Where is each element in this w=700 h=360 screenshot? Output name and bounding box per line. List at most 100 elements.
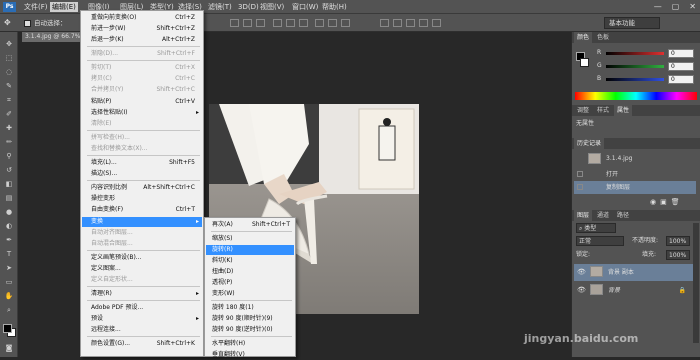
3d-mode-icon[interactable] — [393, 19, 402, 27]
history-snapshot[interactable]: 3.1.4.jpg — [574, 152, 696, 165]
tab-channels[interactable]: 通道 — [594, 210, 612, 221]
menu-item[interactable]: 3D(D) — [236, 2, 261, 12]
eraser-tool-icon[interactable]: ◧ — [4, 180, 14, 189]
brush-tool-icon[interactable]: ✏ — [4, 138, 14, 147]
edit-menu-item[interactable]: 自由变换(F) Ctrl+T — [82, 205, 202, 215]
pen-tool-icon[interactable]: ✒ — [4, 236, 14, 245]
edit-menu-item[interactable]: Adobe PDF 预设... — [82, 303, 202, 313]
menu-item[interactable]: 编辑(E) — [50, 2, 78, 12]
background-color-swatch[interactable] — [580, 58, 589, 67]
path-select-tool-icon[interactable]: ➤ — [4, 264, 14, 273]
color-spectrum-bar[interactable] — [575, 92, 697, 100]
edit-menu-item[interactable]: 远程连接... — [82, 325, 202, 335]
layer-kind-filter[interactable]: ⌕ 类型 — [576, 223, 616, 233]
tab-layers[interactable]: 图层 — [574, 210, 593, 221]
transform-menu-item[interactable]: 旋转(R) — [206, 245, 294, 255]
transform-menu-item[interactable]: 旋转 90 度(顺时针)(9) — [206, 314, 294, 324]
align-icon[interactable] — [230, 19, 239, 27]
transform-menu-item[interactable]: 水平翻转(H) — [206, 339, 294, 349]
menu-item[interactable]: 滤镜(T) — [206, 2, 234, 12]
history-brush-tool-icon[interactable]: ↺ — [4, 166, 14, 175]
opacity-input[interactable]: 100% — [666, 236, 690, 246]
minimize-button[interactable]: — — [654, 2, 662, 11]
distribute-icon[interactable] — [315, 19, 324, 27]
marquee-tool-icon[interactable]: ⬚ — [4, 54, 14, 63]
edit-menu-item[interactable]: 定义画笔预设(B)... — [82, 253, 202, 263]
document-tab[interactable]: 3.1.4.jpg @ 66.7% (背景 副本, RGB/8) — [22, 32, 80, 42]
edit-menu-item[interactable]: 操控变形 — [82, 194, 202, 204]
edit-menu-item[interactable]: 定义图案... — [82, 264, 202, 274]
edit-menu-item[interactable]: 清除(E) — [82, 119, 202, 129]
transform-menu-item[interactable]: 旋转 90 度(逆时针)(0) — [206, 325, 294, 335]
gradient-tool-icon[interactable]: ▤ — [4, 194, 14, 203]
channel-value-input[interactable]: 0 — [668, 49, 694, 58]
menu-item[interactable]: 帮助(H) — [320, 2, 349, 12]
edit-menu-item[interactable]: 合并拷贝(Y) Shift+Ctrl+C — [82, 85, 202, 95]
channel-slider[interactable] — [606, 52, 664, 55]
edit-menu-item[interactable]: 拷贝(C) Ctrl+C — [82, 74, 202, 84]
distribute-icon[interactable] — [299, 19, 308, 27]
edit-menu-item[interactable]: 定义自定形状... — [82, 275, 202, 285]
align-icon[interactable] — [243, 19, 252, 27]
shape-tool-icon[interactable]: ▭ — [4, 278, 14, 287]
distribute-icon[interactable] — [341, 19, 350, 27]
edit-menu-item[interactable]: 变换 ▸ — [82, 217, 202, 227]
tab-adjustments[interactable]: 调整 — [574, 105, 592, 116]
edit-menu-item[interactable]: 剪切(T) Ctrl+X — [82, 63, 202, 73]
fill-input[interactable]: 100% — [666, 250, 690, 260]
layer-row-selected[interactable]: 👁 背景 副本 — [574, 264, 696, 281]
edit-menu-item[interactable]: 重做向前变换(O) Ctrl+Z — [82, 13, 202, 23]
tab-properties[interactable]: 属性 — [614, 105, 633, 116]
layer-row[interactable]: 👁 背景 🔒 — [574, 282, 696, 299]
move-tool-icon[interactable]: ✥ — [4, 40, 14, 49]
edit-menu-item[interactable]: 自动对齐图层... — [82, 228, 202, 238]
channel-value-input[interactable]: 0 — [668, 75, 694, 84]
clone-stamp-tool-icon[interactable]: ⚲ — [4, 152, 14, 161]
history-step-selected[interactable]: 复制图层 — [574, 181, 696, 194]
distribute-icon[interactable] — [273, 19, 282, 27]
3d-mode-icon[interactable] — [380, 19, 389, 27]
3d-mode-icon[interactable] — [406, 19, 415, 27]
transform-menu-item[interactable]: 斜切(K) — [206, 256, 294, 266]
transform-menu-item[interactable]: 缩放(S) — [206, 234, 294, 244]
healing-brush-tool-icon[interactable]: ✚ — [4, 124, 14, 133]
quick-select-tool-icon[interactable]: ✎ — [4, 82, 14, 91]
transform-menu-item[interactable]: 变形(W) — [206, 289, 294, 299]
hand-tool-icon[interactable]: ✋ — [4, 292, 14, 301]
edit-menu-item[interactable]: 后退一步(K) Alt+Ctrl+Z — [82, 35, 202, 45]
layers-scrollbar[interactable] — [693, 223, 699, 343]
zoom-tool-icon[interactable]: ⌕ — [4, 306, 14, 315]
tab-styles[interactable]: 样式 — [594, 105, 612, 116]
edit-menu-item[interactable]: 描边(S)... — [82, 169, 202, 179]
tab-paths[interactable]: 路径 — [614, 210, 632, 221]
menu-item[interactable]: 视图(V) — [258, 2, 286, 12]
edit-menu-item[interactable]: 内容识别比例 Alt+Shift+Ctrl+C — [82, 183, 202, 193]
distribute-icon[interactable] — [328, 19, 337, 27]
menu-item[interactable]: 文件(F) — [22, 2, 50, 12]
transform-menu-item[interactable]: 垂直翻转(V) — [206, 350, 294, 360]
align-icon[interactable] — [256, 19, 265, 27]
channel-slider[interactable] — [606, 65, 664, 68]
channel-slider[interactable] — [606, 78, 664, 81]
history-step[interactable]: 打开 — [574, 168, 696, 181]
edit-menu-item[interactable]: 选择性粘贴(I) ▸ — [82, 108, 202, 118]
edit-menu-item[interactable]: 颜色设置(G)... Shift+Ctrl+K — [82, 339, 202, 349]
blur-tool-icon[interactable]: ● — [4, 208, 14, 217]
edit-menu-item[interactable]: 粘贴(P) Ctrl+V — [82, 97, 202, 107]
transform-menu-item[interactable]: 旋转 180 度(1) — [206, 303, 294, 313]
eye-icon[interactable]: 👁 — [577, 282, 586, 299]
eyedropper-tool-icon[interactable]: ✐ — [4, 110, 14, 119]
lasso-tool-icon[interactable]: ◌ — [4, 68, 14, 77]
type-tool-icon[interactable]: T — [4, 250, 14, 259]
transform-menu-item[interactable]: 扭曲(D) — [206, 267, 294, 277]
crop-tool-icon[interactable]: ⌗ — [4, 96, 14, 105]
transform-menu-item[interactable]: 透视(P) — [206, 278, 294, 288]
edit-menu-item[interactable]: 前进一步(W) Shift+Ctrl+Z — [82, 24, 202, 34]
transform-menu-item[interactable]: 再次(A) Shift+Ctrl+T — [206, 220, 294, 230]
channel-value-input[interactable]: 0 — [668, 62, 694, 71]
edit-menu-item[interactable]: 渐隐(D)... Shift+Ctrl+F — [82, 49, 202, 59]
edit-menu-item[interactable]: 填充(L)... Shift+F5 — [82, 158, 202, 168]
tab-color[interactable]: 颜色 — [574, 32, 593, 43]
maximize-button[interactable]: ▢ — [672, 2, 680, 11]
quick-mask-icon[interactable]: ◙ — [4, 344, 14, 353]
